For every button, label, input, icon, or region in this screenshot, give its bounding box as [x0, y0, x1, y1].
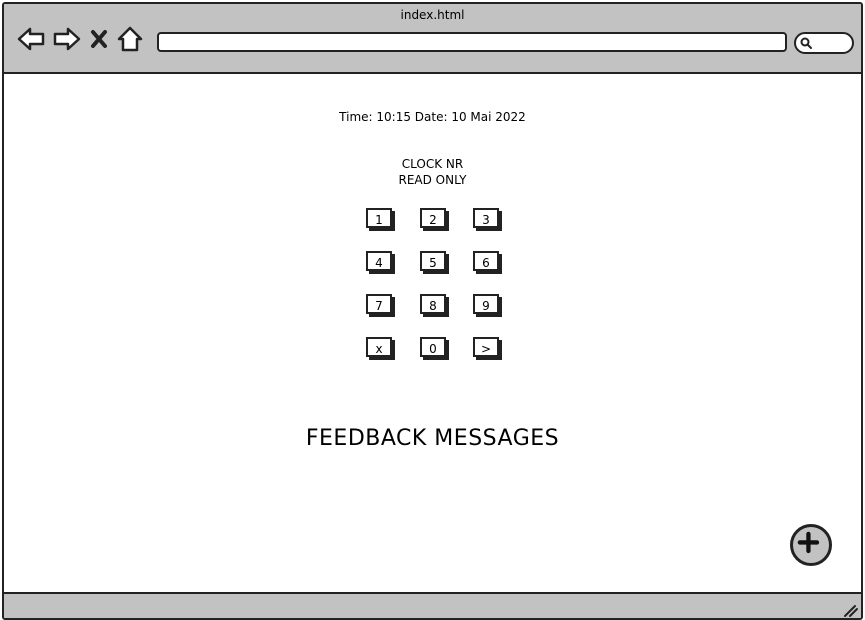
browser-toolbar: index.html — [4, 4, 861, 74]
search-field[interactable] — [794, 32, 854, 54]
key-0[interactable]: 0 — [420, 337, 446, 357]
browser-window: index.html Time: 10:15 Date: 10 Mai 2022… — [2, 2, 863, 620]
key-8[interactable]: 8 — [420, 294, 446, 314]
key-clear[interactable]: x — [366, 337, 392, 357]
key-6[interactable]: 6 — [473, 251, 499, 271]
key-2[interactable]: 2 — [420, 208, 446, 228]
home-icon — [117, 26, 143, 52]
close-icon — [91, 30, 107, 48]
home-button[interactable] — [116, 24, 144, 54]
key-submit[interactable]: > — [473, 337, 499, 357]
stop-button[interactable] — [88, 24, 110, 54]
key-1[interactable]: 1 — [366, 208, 392, 228]
status-bar — [4, 592, 861, 618]
page-content: Time: 10:15 Date: 10 Mai 2022 CLOCK NR R… — [4, 74, 861, 590]
key-3[interactable]: 3 — [473, 208, 499, 228]
clock-label-line2: READ ONLY — [398, 173, 467, 187]
datetime-text: Time: 10:15 Date: 10 Mai 2022 — [339, 110, 526, 124]
key-9[interactable]: 9 — [473, 294, 499, 314]
clock-number-label: CLOCK NR READ ONLY — [4, 156, 861, 188]
key-4[interactable]: 4 — [366, 251, 392, 271]
key-5[interactable]: 5 — [420, 251, 446, 271]
arrow-right-icon — [53, 27, 81, 51]
keypad: 1 2 3 4 5 6 7 8 9 x 0 > — [364, 204, 514, 374]
clock-label-line1: CLOCK NR — [401, 157, 464, 171]
forward-button[interactable] — [52, 24, 82, 54]
plus-icon — [797, 531, 820, 554]
resize-grip-icon[interactable] — [841, 600, 859, 618]
arrow-left-icon — [17, 27, 45, 51]
feedback-messages: FEEDBACK MESSAGES — [305, 426, 560, 451]
tab-title: index.html — [400, 8, 465, 22]
search-icon — [800, 37, 812, 49]
address-bar[interactable] — [157, 32, 787, 52]
key-7[interactable]: 7 — [366, 294, 392, 314]
back-button[interactable] — [16, 24, 46, 54]
add-button[interactable] — [790, 524, 832, 566]
